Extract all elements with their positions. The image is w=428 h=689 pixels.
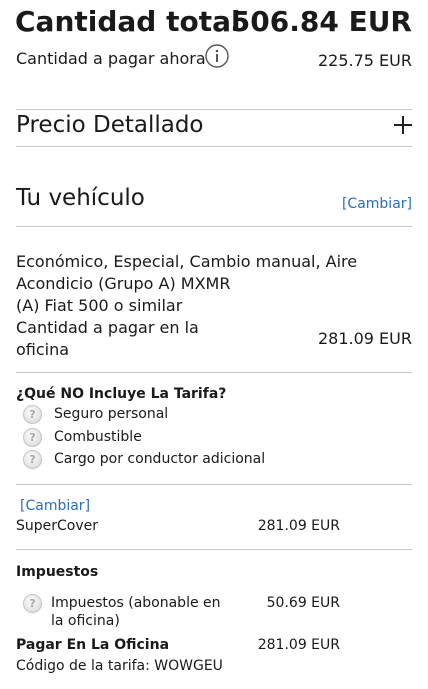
expand-plus-icon [394, 116, 412, 134]
divider [16, 484, 412, 485]
not-included-item: Cargo por conductor adicional [54, 451, 266, 467]
office-payment-label: oficina [16, 340, 70, 359]
question-icon[interactable]: ? [23, 594, 42, 613]
vehicle-description: Acondicio (Grupo A) MXMR [16, 274, 231, 293]
vehicle-change-link[interactable]: [Cambiar] [342, 196, 412, 212]
office-payment-amount: 281.09 EUR [317, 329, 412, 348]
not-included-item: Seguro personal [54, 406, 169, 422]
question-icon[interactable]: ? [23, 428, 42, 447]
tax-item-label: la oficina) [51, 613, 120, 629]
divider [16, 226, 412, 227]
detailed-price-toggle[interactable]: Precio Detallado [16, 110, 412, 146]
vehicle-model: (A) Fiat 500 o similar [16, 296, 183, 315]
info-icon[interactable] [205, 44, 229, 68]
vehicle-title: Tu vehículo [16, 185, 145, 211]
divider [16, 372, 412, 373]
tax-item-label: Impuestos (abonable en [51, 595, 221, 611]
total-amount: 506.84 EUR [230, 5, 412, 38]
pay-now-label: Cantidad a pagar ahora [16, 49, 206, 68]
total-label: Cantidad total [15, 5, 241, 38]
tax-item-amount: 50.69 EUR [266, 595, 340, 611]
coverage-amount: 281.09 EUR [257, 518, 340, 534]
divider [16, 549, 412, 550]
taxes-title: Impuestos [16, 564, 99, 580]
not-included-item: Combustible [54, 429, 142, 445]
pay-now-amount: 225.75 EUR [317, 51, 412, 70]
detailed-price-title: Precio Detallado [16, 112, 204, 138]
pay-at-office-label: Pagar En La Oficina [16, 637, 170, 653]
coverage-change-link[interactable]: [Cambiar] [20, 498, 90, 514]
question-icon[interactable]: ? [23, 405, 42, 424]
office-payment-label: Cantidad a pagar en la [16, 318, 199, 337]
vehicle-description: Económico, Especial, Cambio manual, Aire [16, 252, 358, 271]
pay-at-office-amount: 281.09 EUR [257, 637, 340, 653]
question-icon[interactable]: ? [23, 450, 42, 469]
not-included-title: ¿Qué NO Incluye La Tarifa? [16, 386, 227, 402]
coverage-name: SuperCover [16, 518, 99, 534]
divider [16, 146, 412, 147]
rate-code: Código de la tarifa: WOWGEU [16, 658, 223, 674]
